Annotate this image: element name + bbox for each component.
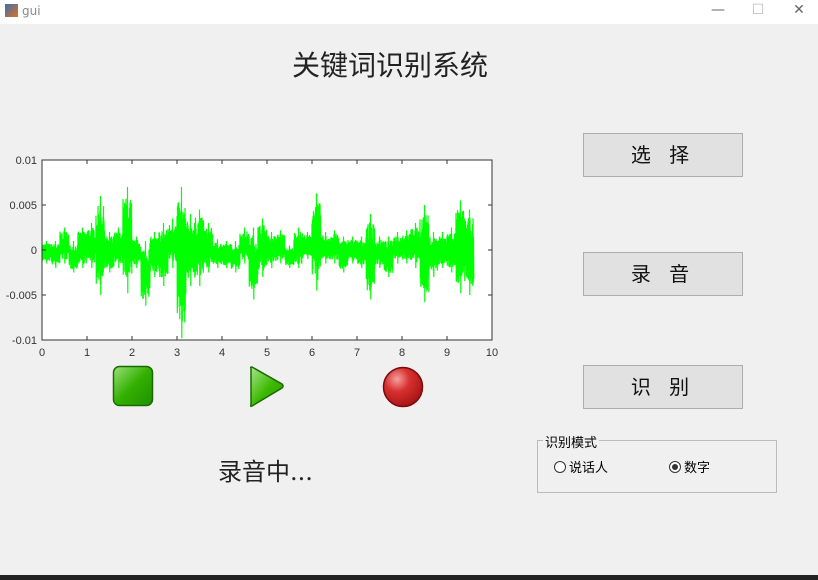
x-tick-label: 2 (129, 347, 135, 359)
status-text: 录音中... (218, 458, 313, 486)
x-tick-label: 10 (486, 347, 498, 359)
maximize-button[interactable]: ☐ (743, 2, 773, 18)
y-tick-label: -0.005 (6, 290, 37, 302)
radio-circle[interactable] (554, 460, 566, 473)
window-title: gui (22, 4, 41, 18)
x-tick-label: 7 (354, 347, 360, 359)
play-icon[interactable] (248, 365, 286, 409)
page-title: 关键词识别系统 (291, 49, 488, 82)
recognize-button[interactable]: 识 别 (583, 365, 743, 409)
radio-circle-selected[interactable] (669, 460, 681, 473)
y-tick-label: 0.01 (16, 155, 37, 167)
y-tick-label: 0 (31, 245, 37, 257)
y-tick-label: 0.005 (9, 200, 37, 212)
record-button[interactable]: 录 音 (583, 252, 743, 296)
x-tick-label: 6 (309, 347, 315, 359)
x-tick-label: 1 (84, 347, 90, 359)
title-bar: gui — ☐ ✕ (0, 0, 818, 24)
waveform-chart: 0 1 2 3 4 5 6 7 8 9 10 0.01 0.005 0 -0.005 -0.01 (6, 155, 498, 359)
close-button[interactable]: ✕ (784, 2, 814, 18)
mode-group-legend: 识别模式 (543, 432, 600, 451)
minimize-button[interactable]: — (703, 2, 733, 18)
mode-group: 识别模式 说话人 数字 (537, 432, 777, 493)
stop-icon[interactable] (112, 365, 154, 407)
radio-label: 数字 (684, 461, 711, 476)
x-tick-label: 0 (39, 347, 45, 359)
x-tick-label: 8 (399, 347, 405, 359)
y-tick-label: -0.01 (12, 335, 37, 347)
record-icon[interactable] (381, 365, 425, 409)
radio-digit[interactable]: 数字 (669, 457, 710, 476)
x-tick-label: 5 (264, 347, 270, 359)
x-tick-label: 4 (219, 347, 225, 359)
select-button[interactable]: 选 择 (583, 133, 743, 177)
matlab-icon (5, 4, 18, 17)
radio-speaker[interactable]: 说话人 (554, 457, 608, 476)
radio-label: 说话人 (569, 461, 609, 476)
x-tick-label: 9 (444, 347, 450, 359)
x-tick-label: 3 (174, 347, 180, 359)
taskbar-edge (0, 575, 818, 580)
